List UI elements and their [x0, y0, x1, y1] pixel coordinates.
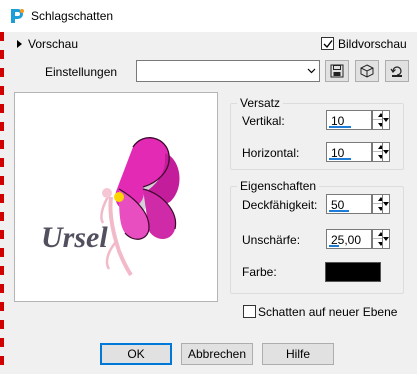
- horizontal-input[interactable]: 10: [326, 142, 372, 162]
- preset-resources-button[interactable]: [355, 60, 379, 82]
- cube-icon: [360, 64, 374, 78]
- preview-toggle-label[interactable]: Vorschau: [28, 37, 78, 51]
- bildvorschau-label[interactable]: Bildvorschau: [338, 37, 407, 51]
- reset-icon: [390, 66, 402, 77]
- app-logo-icon: [8, 7, 26, 25]
- vertikal-slider-popup-button[interactable]: [382, 110, 390, 130]
- ok-button[interactable]: OK: [100, 343, 172, 365]
- reset-default-button[interactable]: [385, 60, 409, 82]
- help-button[interactable]: Hilfe: [262, 343, 334, 365]
- vertikal-input[interactable]: 10: [326, 110, 372, 130]
- checkmark-icon: [323, 39, 333, 48]
- expand-triangle-icon[interactable]: [17, 40, 22, 48]
- vertikal-slider-fill: [329, 126, 351, 128]
- horizontal-slider-popup-button[interactable]: [382, 142, 390, 162]
- farbe-label: Farbe:: [242, 265, 277, 279]
- unschaerfe-slider-popup-button[interactable]: [382, 229, 390, 249]
- eigenschaften-title: Eigenschaften: [237, 179, 320, 193]
- einstellungen-select[interactable]: [136, 60, 320, 82]
- save-disk-icon: [330, 64, 344, 78]
- save-preset-button[interactable]: [325, 60, 349, 82]
- left-edge-marker: [0, 32, 4, 374]
- window-title: Schlagschatten: [31, 9, 114, 23]
- deckfaehigkeit-label: Deckfähigkeit:: [242, 198, 318, 212]
- versatz-title: Versatz: [237, 96, 284, 110]
- vertikal-label: Vertikal:: [242, 114, 285, 128]
- cancel-button[interactable]: Abbrechen: [181, 343, 253, 365]
- flower-fairy-image: Ursel: [41, 137, 180, 277]
- deckfaehigkeit-input[interactable]: 50: [326, 194, 372, 214]
- watermark-text: Ursel: [41, 221, 108, 254]
- unschaerfe-input[interactable]: 25,00: [326, 229, 372, 249]
- deckfaehigkeit-slider-fill: [329, 210, 349, 212]
- unschaerfe-slider-fill: [329, 245, 339, 247]
- horizontal-label: Horizontal:: [242, 146, 300, 160]
- color-swatch[interactable]: [325, 262, 381, 282]
- horizontal-slider-fill: [329, 158, 351, 160]
- deckfaehigkeit-slider-popup-button[interactable]: [382, 194, 390, 214]
- schatten-ebene-checkbox[interactable]: [243, 305, 256, 318]
- einstellungen-label: Einstellungen: [45, 65, 118, 79]
- preview-image: Ursel: [14, 92, 218, 302]
- bildvorschau-checkbox[interactable]: [321, 37, 334, 50]
- schatten-ebene-label[interactable]: Schatten auf neuer Ebene: [258, 305, 397, 319]
- unschaerfe-label: Unschärfe:: [242, 233, 301, 247]
- chevron-down-icon[interactable]: [303, 61, 319, 81]
